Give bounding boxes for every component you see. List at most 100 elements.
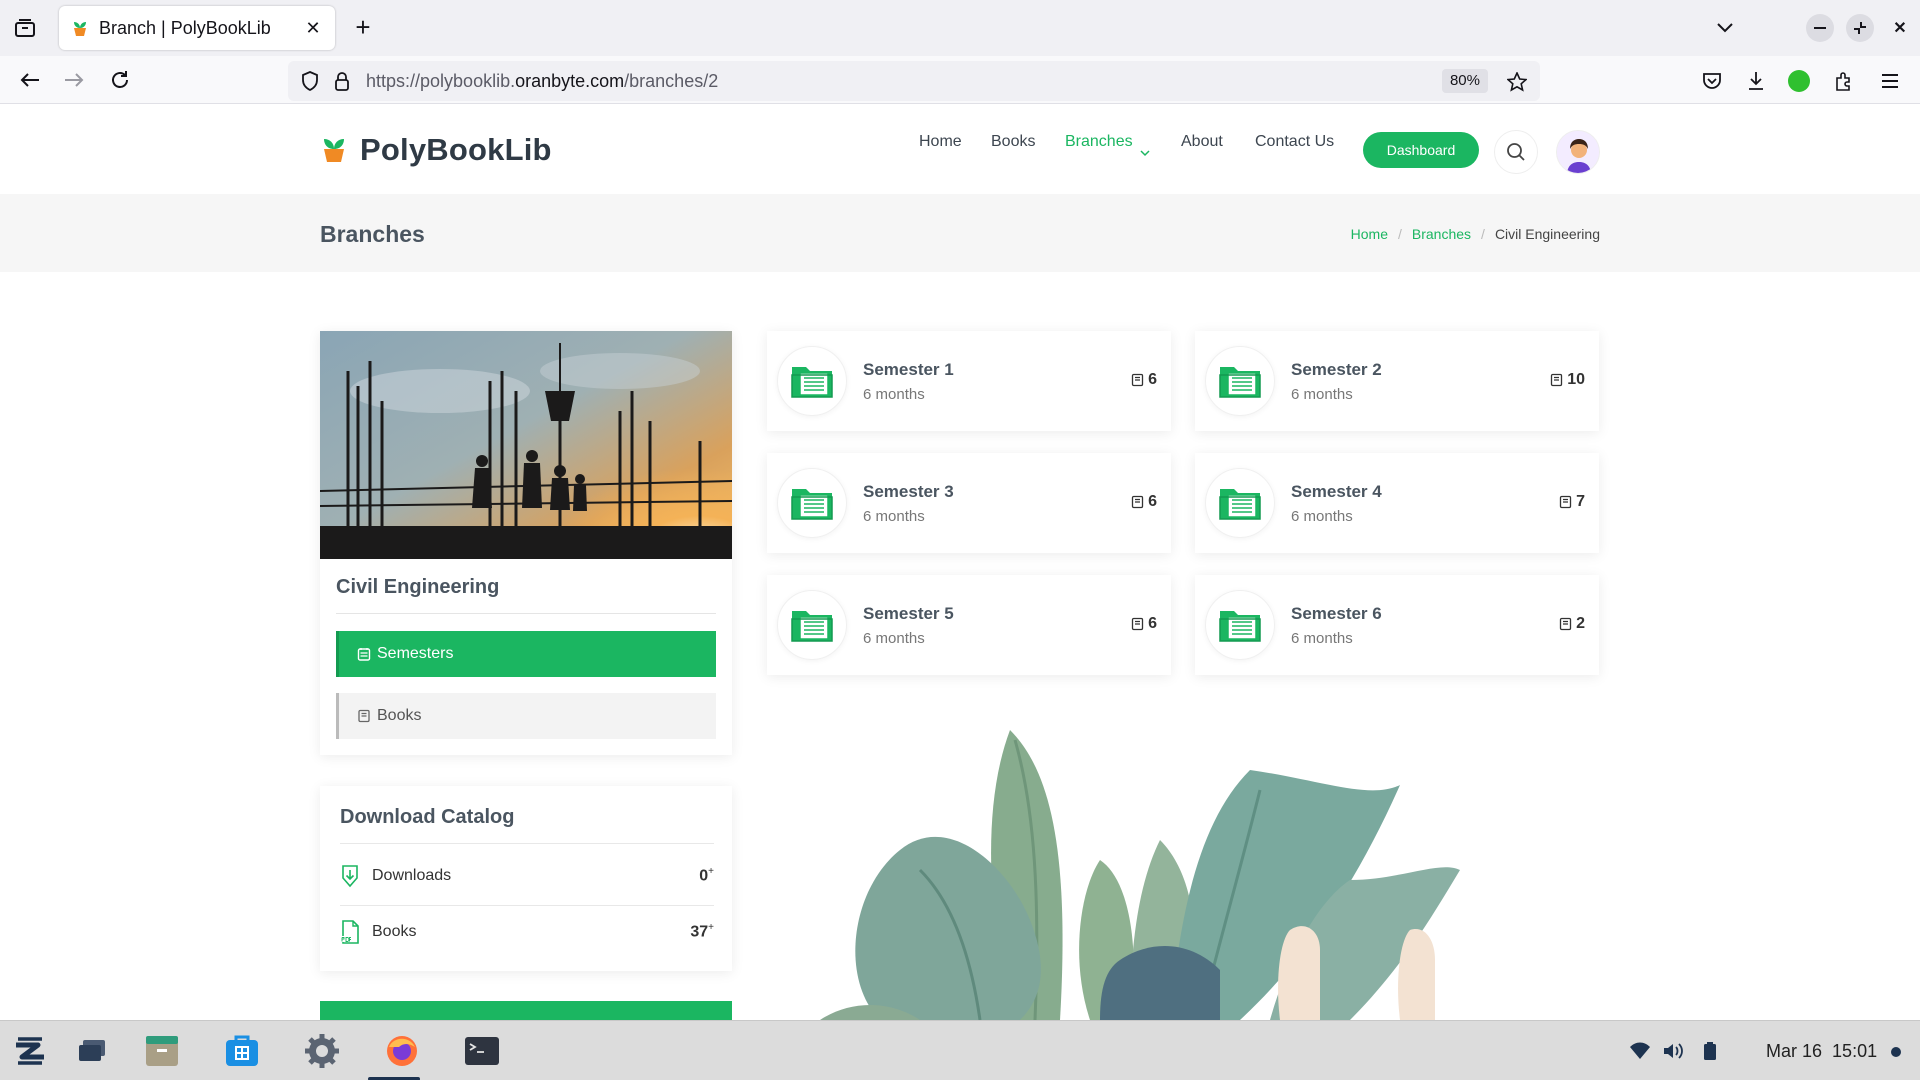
semester-card[interactable]: Semester 6 6 months 2 xyxy=(1195,575,1599,675)
extension-status-icon[interactable] xyxy=(1788,70,1810,92)
book-icon xyxy=(1131,617,1144,631)
zoom-level-badge[interactable]: 80% xyxy=(1441,69,1488,93)
book-icon xyxy=(1131,495,1144,509)
book-icon xyxy=(1550,373,1563,387)
tab-overview-icon[interactable] xyxy=(12,16,38,40)
plus-mark: + xyxy=(708,866,714,878)
hamburger-menu-icon[interactable] xyxy=(1878,69,1902,93)
terminal-icon[interactable] xyxy=(462,1031,502,1071)
divider xyxy=(336,613,716,614)
menu-branches[interactable]: Branches xyxy=(1065,133,1133,151)
firefox-icon[interactable] xyxy=(382,1031,422,1071)
minimize-window-icon[interactable] xyxy=(1806,14,1834,42)
lock-icon[interactable] xyxy=(332,71,352,91)
volume-icon[interactable] xyxy=(1654,1031,1694,1071)
semester-duration: 6 months xyxy=(1291,386,1353,403)
semester-card[interactable]: Semester 5 6 months 6 xyxy=(767,575,1171,675)
folder-document-icon xyxy=(777,346,847,416)
pdf-file-icon xyxy=(340,920,362,944)
semester-name: Semester 1 xyxy=(863,360,954,379)
breadcrumb-branches[interactable]: Branches xyxy=(1412,226,1471,242)
branch-image xyxy=(320,331,732,559)
books-nav-label: Books xyxy=(377,707,422,724)
semester-book-count: 6 xyxy=(1131,493,1157,511)
extensions-puzzle-icon[interactable] xyxy=(1832,69,1856,93)
book-count-value: 6 xyxy=(1148,615,1157,632)
address-bar[interactable]: https://polybooklib.oranbyte.com/branche… xyxy=(288,61,1540,101)
zorin-menu-icon[interactable] xyxy=(10,1031,50,1071)
catalog-label: Downloads xyxy=(372,867,452,884)
semester-duration: 6 months xyxy=(863,386,925,403)
semester-name: Semester 2 xyxy=(1291,360,1382,379)
semester-name: Semester 3 xyxy=(863,482,954,501)
reload-icon[interactable] xyxy=(108,68,132,92)
back-arrow-icon[interactable] xyxy=(18,68,42,92)
decorative-plants-illustration xyxy=(820,720,1550,1020)
semester-name: Semester 5 xyxy=(863,604,954,623)
menu-books[interactable]: Books xyxy=(991,133,1035,151)
download-icon xyxy=(340,864,362,888)
breadcrumb-separator: / xyxy=(1481,226,1485,242)
branches-chevron-down-icon[interactable] xyxy=(1140,144,1150,162)
files-icon[interactable] xyxy=(142,1031,182,1071)
semesters-nav-button[interactable]: Semesters xyxy=(336,631,716,677)
semester-card[interactable]: Semester 2 6 months 10 xyxy=(1195,331,1599,431)
book-count-value: 2 xyxy=(1576,615,1585,632)
catalog-title: Download Catalog xyxy=(340,806,515,828)
breadcrumb-home[interactable]: Home xyxy=(1351,226,1388,242)
user-avatar[interactable] xyxy=(1556,130,1600,174)
book-count-value: 6 xyxy=(1148,493,1157,510)
site-header: PolyBookLib Home Books Branches About Co… xyxy=(0,104,1920,194)
semester-book-count: 2 xyxy=(1559,615,1585,633)
software-store-icon[interactable] xyxy=(222,1031,262,1071)
workspaces-icon[interactable] xyxy=(72,1031,112,1071)
semester-name: Semester 4 xyxy=(1291,482,1382,501)
list-tabs-chevron-icon[interactable] xyxy=(1712,16,1738,40)
semester-book-count: 10 xyxy=(1550,371,1585,389)
site-logo[interactable]: PolyBookLib xyxy=(320,132,552,168)
browser-tab-bar: Branch | PolyBookLib ✕ + ✕ xyxy=(0,0,1920,56)
folder-document-icon xyxy=(1205,346,1275,416)
search-icon[interactable] xyxy=(1494,130,1538,174)
download-icon[interactable] xyxy=(1744,69,1768,93)
plus-mark: + xyxy=(708,922,714,934)
books-nav-button[interactable]: Books xyxy=(336,693,716,739)
close-window-icon[interactable]: ✕ xyxy=(1886,14,1914,42)
book-icon xyxy=(1131,373,1144,387)
divider xyxy=(340,843,714,844)
catalog-label: Books xyxy=(372,923,417,940)
shield-icon[interactable] xyxy=(300,71,320,91)
semester-card[interactable]: Semester 4 6 months 7 xyxy=(1195,453,1599,553)
settings-gear-icon[interactable] xyxy=(302,1031,342,1071)
semesters-icon xyxy=(357,647,371,661)
bookmark-star-icon[interactable] xyxy=(1506,71,1528,93)
dashboard-button[interactable]: Dashboard xyxy=(1363,132,1479,168)
new-tab-icon[interactable]: + xyxy=(350,12,376,42)
semester-card[interactable]: Semester 1 6 months 6 xyxy=(767,331,1171,431)
page-title: Branches xyxy=(320,221,425,247)
semester-card[interactable]: Semester 3 6 months 6 xyxy=(767,453,1171,553)
forward-arrow-icon[interactable] xyxy=(62,68,86,92)
battery-icon[interactable] xyxy=(1690,1031,1730,1071)
branch-card: Civil Engineering Semesters Books xyxy=(320,331,732,755)
catalog-value: 0+ xyxy=(699,866,714,885)
menu-about[interactable]: About xyxy=(1181,133,1223,151)
tab-close-icon[interactable]: ✕ xyxy=(303,18,323,39)
breadcrumb-separator: / xyxy=(1398,226,1402,242)
branch-name: Civil Engineering xyxy=(336,576,500,598)
pocket-icon[interactable] xyxy=(1700,69,1724,93)
notification-dot-icon[interactable] xyxy=(1891,1047,1901,1057)
clock[interactable]: Mar 16 15:01 xyxy=(1766,1041,1877,1062)
menu-home[interactable]: Home xyxy=(919,133,962,151)
url-text[interactable]: https://polybooklib.oranbyte.com/branche… xyxy=(366,71,718,92)
folder-document-icon xyxy=(1205,468,1275,538)
semester-book-count: 6 xyxy=(1131,371,1157,389)
menu-contact[interactable]: Contact Us xyxy=(1255,133,1334,151)
semester-book-count: 7 xyxy=(1559,493,1585,511)
semester-duration: 6 months xyxy=(863,630,925,647)
catalog-value: 37+ xyxy=(690,922,714,941)
green-banner-partial xyxy=(320,1001,732,1020)
restore-window-icon[interactable] xyxy=(1846,14,1874,42)
browser-tab[interactable]: Branch | PolyBookLib ✕ xyxy=(59,6,335,50)
semesters-nav-label: Semesters xyxy=(377,645,454,662)
